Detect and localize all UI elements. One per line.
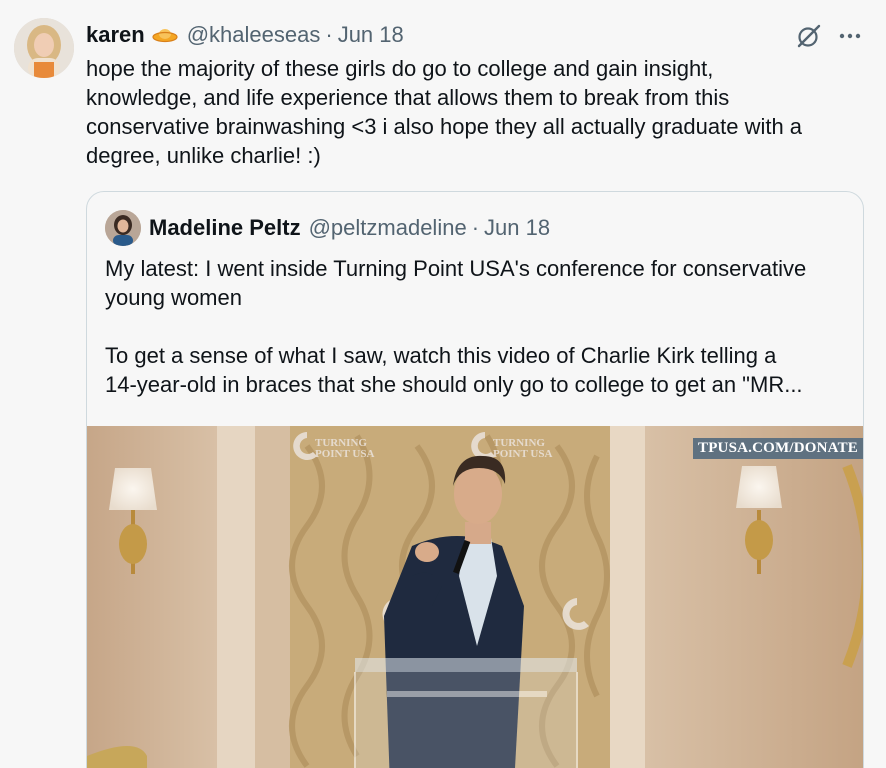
avatar[interactable] (14, 18, 74, 78)
quoted-header: Madeline Peltz @peltzmadeline · Jun 18 (149, 214, 550, 242)
video-watermark: TPUSA.COM/DONATE (692, 438, 863, 459)
tweet[interactable]: karen @khaleeseas · Jun 18 hope the majo… (0, 0, 886, 768)
tweet-text: hope the majority of these girls do go t… (86, 56, 803, 168)
author-handle[interactable]: @khaleeseas (187, 22, 321, 48)
quoted-author-name[interactable]: Madeline Peltz (149, 215, 301, 241)
backdrop-logo-line2: POINT USA (493, 448, 552, 460)
podium (354, 658, 578, 768)
grok-icon[interactable] (795, 22, 823, 50)
quoted-tweet[interactable]: Madeline Peltz @peltzmadeline · Jun 18 M… (86, 191, 864, 768)
flying-saucer-icon (151, 25, 179, 45)
author-name[interactable]: karen (86, 22, 145, 48)
video-media[interactable]: TURNING POINT USA TURNING POINT USA TPUS… (87, 426, 863, 768)
tweet-date[interactable]: Jun 18 (338, 22, 404, 48)
video-frame: TURNING POINT USA TURNING POINT USA (87, 426, 863, 768)
quoted-author-handle[interactable]: @peltzmadeline (309, 215, 467, 241)
tweet-header: karen @khaleeseas · Jun 18 (86, 20, 404, 50)
separator-dot: · (325, 22, 333, 47)
backdrop-logo-line2: POINT USA (315, 448, 374, 460)
more-icon[interactable] (836, 22, 864, 50)
quoted-date[interactable]: Jun 18 (484, 215, 550, 241)
quoted-avatar[interactable] (105, 210, 141, 246)
separator-dot: · (471, 215, 480, 240)
quoted-text: My latest: I went inside Turning Point U… (105, 256, 807, 397)
